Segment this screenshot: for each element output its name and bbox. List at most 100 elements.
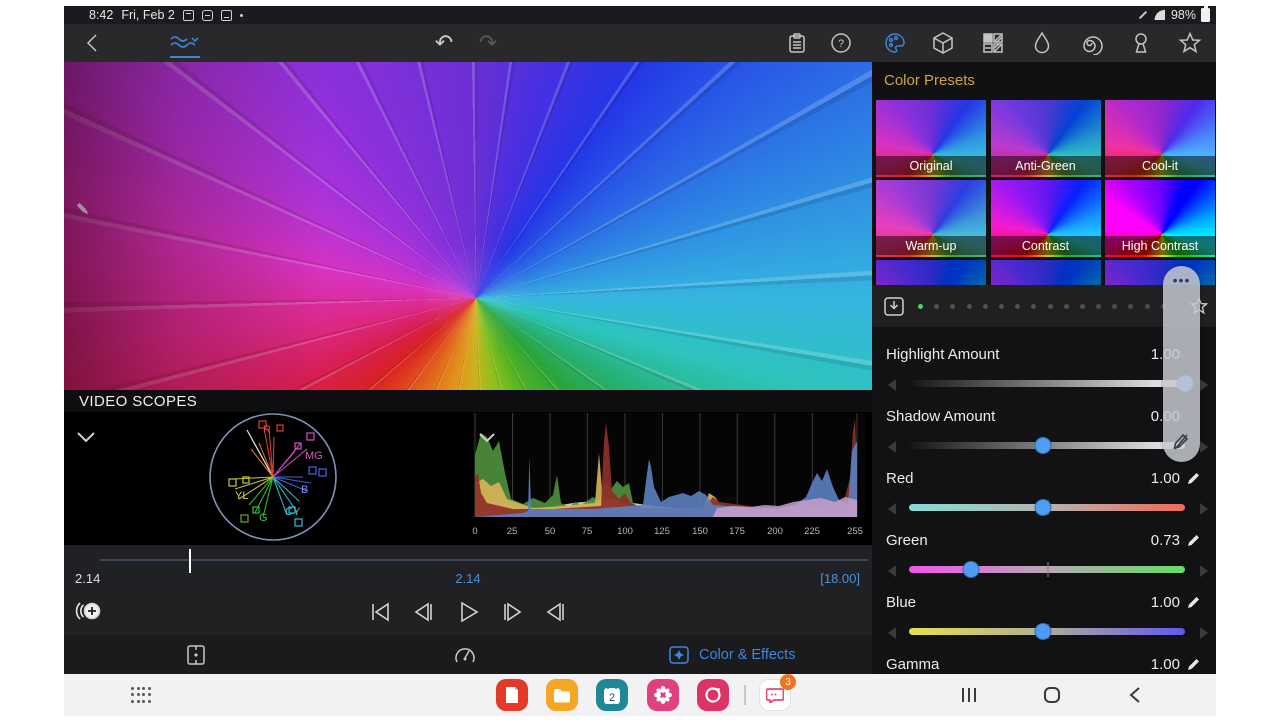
preset-high-contrast[interactable]: High Contrast: [1105, 180, 1215, 257]
video-preview[interactable]: [64, 62, 872, 390]
favorites-star-button[interactable]: [1178, 31, 1202, 55]
spen-edge-panel[interactable]: •••: [1163, 266, 1200, 462]
keyboard-icon: [221, 10, 232, 21]
slider-label: Blue: [886, 594, 916, 611]
preset-cool-it[interactable]: Cool-it: [1105, 100, 1215, 177]
duration-time: [18.00]: [820, 571, 860, 586]
vectorscope-collapse-chevron-icon[interactable]: [76, 430, 96, 444]
decrement-arrow-icon[interactable]: [888, 379, 896, 391]
preset-original[interactable]: Original: [876, 100, 986, 177]
color-effects-tab[interactable]: Color & Effects: [668, 643, 795, 667]
camera-app-icon[interactable]: [697, 679, 729, 711]
preset-contrast[interactable]: Contrast: [991, 180, 1101, 257]
step-back-button[interactable]: [411, 599, 437, 625]
frame-fit-tab[interactable]: [184, 643, 208, 667]
pen-icon: [1139, 11, 1147, 19]
edit-value-pencil-icon[interactable]: [1186, 471, 1202, 487]
decrement-arrow-icon[interactable]: [888, 441, 896, 453]
scrub-track[interactable]: [100, 559, 868, 561]
notes-app-icon[interactable]: [496, 679, 528, 711]
decrement-arrow-icon[interactable]: [888, 627, 896, 639]
back-button[interactable]: [80, 31, 104, 55]
redo-button[interactable]: ↷: [476, 31, 500, 55]
increment-arrow-icon[interactable]: [1200, 565, 1208, 577]
slider-thumb[interactable]: [1034, 499, 1051, 516]
slider-thumb[interactable]: [963, 561, 980, 578]
clipboard-button[interactable]: [785, 31, 809, 55]
color-effects-label: Color & Effects: [699, 643, 795, 667]
keying-button[interactable]: [1129, 31, 1153, 55]
slider-value: 1.00: [1151, 470, 1180, 487]
decrement-arrow-icon[interactable]: [888, 565, 896, 577]
speed-tab[interactable]: [453, 643, 477, 667]
help-button[interactable]: ?: [829, 31, 853, 55]
edit-value-pencil-icon[interactable]: [1186, 657, 1202, 673]
add-keyframe-button[interactable]: [74, 598, 102, 624]
left-column: VIDEO SCOPES: [64, 62, 872, 674]
histogram-collapse-chevron-icon[interactable]: [478, 430, 498, 444]
preset-anti-green[interactable]: Anti-Green: [991, 100, 1101, 177]
multiwindow-icon: [202, 10, 213, 21]
color-presets-title: Color Presets: [884, 72, 975, 89]
edit-value-pencil-icon[interactable]: [1186, 595, 1202, 611]
import-preset-button[interactable]: [882, 294, 906, 318]
notification-dot-icon: [240, 14, 243, 17]
highlight-slider[interactable]: [909, 380, 1185, 387]
blue-slider[interactable]: [909, 628, 1185, 635]
decrement-arrow-icon[interactable]: [888, 503, 896, 515]
increment-arrow-icon[interactable]: [1200, 441, 1208, 453]
red-slider[interactable]: [909, 504, 1185, 511]
vectorscope[interactable]: R MG B CY G YL: [203, 407, 343, 547]
clip-effects-selector[interactable]: [168, 32, 204, 58]
play-button[interactable]: [455, 599, 481, 625]
blur-drop-button[interactable]: [1030, 31, 1054, 55]
transitions-button[interactable]: [981, 31, 1005, 55]
preset-row3-partial[interactable]: [876, 260, 986, 285]
app-drawer-button[interactable]: [130, 685, 152, 705]
increment-arrow-icon[interactable]: [1200, 379, 1208, 391]
vscope-label-r: R: [263, 424, 271, 436]
pen-disabled-icon[interactable]: [1171, 432, 1191, 452]
timeline-scrubber[interactable]: 2.14 2.14 [18.00]: [64, 545, 872, 588]
vscope-label-g: G: [259, 512, 268, 524]
calendar-app-icon[interactable]: 2: [596, 679, 628, 711]
shadow-slider[interactable]: [909, 442, 1185, 449]
files-app-icon[interactable]: [546, 679, 578, 711]
video-scopes-header: VIDEO SCOPES: [64, 390, 872, 412]
slider-label: Green: [886, 532, 928, 549]
video-scopes: R MG B CY G YL: [64, 412, 872, 545]
undo-button[interactable]: ↶: [432, 31, 456, 55]
skip-start-button[interactable]: [367, 599, 393, 625]
status-bar: 8:42 Fri, Feb 2 98%: [64, 6, 1216, 24]
step-forward-button[interactable]: [499, 599, 525, 625]
position-time: 2.14: [64, 571, 872, 586]
back-key[interactable]: [1123, 683, 1147, 707]
home-key[interactable]: [1040, 683, 1064, 707]
slider-label: Gamma: [886, 656, 939, 673]
messages-app-icon[interactable]: 3: [759, 679, 791, 711]
app-toolbar: ↶ ↷ ?: [64, 24, 1216, 62]
gallery-app-icon[interactable]: [647, 679, 679, 711]
color-tool-button[interactable]: [883, 31, 907, 55]
slider-value: 0.73: [1151, 532, 1180, 549]
preset-row3-partial[interactable]: [991, 260, 1101, 285]
distort-spiral-button[interactable]: [1079, 31, 1103, 55]
preset-warm-up[interactable]: Warm-up: [876, 180, 986, 257]
histogram[interactable]: 0 25 50 75 100 125 150 175 200 225 255: [473, 413, 865, 543]
3d-cube-button[interactable]: [931, 31, 955, 55]
battery-percent: 98%: [1171, 8, 1196, 22]
recents-key[interactable]: [957, 683, 981, 707]
slider-row-green: Green 0.73: [872, 523, 1216, 585]
more-dots-icon[interactable]: •••: [1163, 272, 1200, 288]
slider-thumb[interactable]: [1034, 437, 1051, 454]
edit-value-pencil-icon[interactable]: [1186, 533, 1202, 549]
vscope-label-mg: MG: [305, 450, 323, 462]
taskbar-divider: [744, 685, 746, 705]
slider-thumb[interactable]: [1034, 623, 1051, 640]
increment-arrow-icon[interactable]: [1200, 627, 1208, 639]
skip-end-button[interactable]: [543, 599, 569, 625]
increment-arrow-icon[interactable]: [1200, 503, 1208, 515]
preset-page-dots[interactable]: [918, 304, 1166, 309]
playhead[interactable]: [189, 549, 191, 573]
green-slider[interactable]: [909, 566, 1185, 573]
